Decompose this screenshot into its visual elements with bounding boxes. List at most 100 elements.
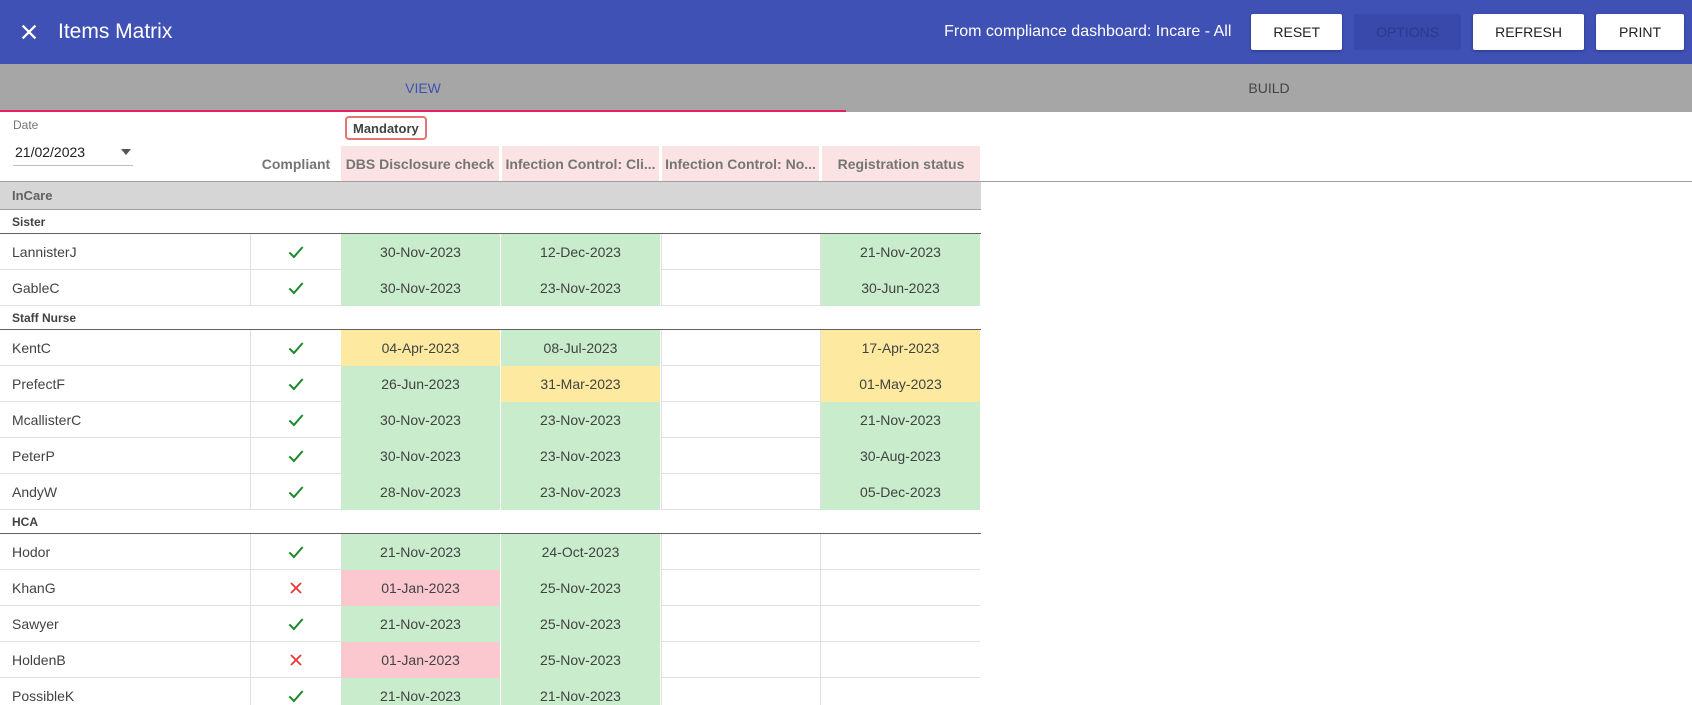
compliant-header: Compliant [261, 156, 331, 172]
item-date-cell[interactable]: 21-Nov-2023 [821, 234, 981, 270]
item-date-cell[interactable]: 25-Nov-2023 [501, 642, 661, 678]
item-date-cell[interactable] [661, 678, 821, 705]
options-button[interactable]: OPTIONS [1354, 14, 1462, 50]
tab-view[interactable]: VIEW [0, 64, 846, 112]
item-date-cell[interactable]: 30-Jun-2023 [821, 270, 981, 306]
item-date-cell[interactable] [661, 330, 821, 366]
staff-name[interactable]: PeterP [0, 438, 251, 474]
item-date-cell[interactable] [821, 606, 981, 642]
toolbar: From compliance dashboard: Incare - All … [944, 0, 1684, 64]
item-date-cell[interactable]: 30-Nov-2023 [341, 438, 501, 474]
item-date-cell[interactable]: 04-Apr-2023 [341, 330, 501, 366]
mandatory-group-label[interactable]: Mandatory [345, 116, 427, 140]
item-date-cell[interactable] [661, 642, 821, 678]
table-row[interactable]: PrefectF 26-Jun-2023 31-Mar-2023 01-May-202… [0, 366, 981, 402]
check-icon [288, 342, 304, 355]
item-date-cell[interactable]: 01-Jan-2023 [341, 570, 501, 606]
item-date-cell[interactable] [661, 474, 821, 510]
item-date-cell[interactable] [821, 570, 981, 606]
staff-name[interactable]: KentC [0, 330, 251, 366]
staff-name[interactable]: KhanG [0, 570, 251, 606]
staff-name[interactable]: GableC [0, 270, 251, 306]
table-row[interactable]: GableC 30-Nov-2023 23-Nov-2023 30-Jun-2023 [0, 270, 981, 306]
matrix-rows: InCare Sister LannisterJ 30-Nov-2023 12-Dec… [0, 182, 981, 705]
item-date-cell[interactable]: 25-Nov-2023 [501, 606, 661, 642]
table-row[interactable]: PossibleK 21-Nov-2023 21-Nov-2023 [0, 678, 981, 705]
item-date-cell[interactable] [661, 534, 821, 570]
item-date-cell[interactable]: 17-Apr-2023 [821, 330, 981, 366]
staff-name[interactable]: HoldenB [0, 642, 251, 678]
table-row[interactable]: McallisterC 30-Nov-2023 23-Nov-2023 21-Nov-… [0, 402, 981, 438]
item-date-cell[interactable] [661, 234, 821, 270]
column-header[interactable]: Infection Control: Cli... [502, 146, 659, 182]
item-date-cell[interactable] [821, 642, 981, 678]
column-header[interactable]: DBS Disclosure check [341, 146, 499, 182]
check-icon [288, 690, 304, 703]
staff-name[interactable]: Sawyer [0, 606, 251, 642]
item-date-cell[interactable]: 08-Jul-2023 [501, 330, 661, 366]
item-date-cell[interactable]: 30-Nov-2023 [341, 402, 501, 438]
table-row[interactable]: LannisterJ 30-Nov-2023 12-Dec-2023 21-Nov-2… [0, 234, 981, 270]
date-picker: Date 21/02/2023 [13, 118, 133, 166]
table-row[interactable]: KhanG 01-Jan-2023 25-Nov-2023 [0, 570, 981, 606]
staff-name[interactable]: AndyW [0, 474, 251, 510]
tab-build[interactable]: BUILD [846, 64, 1692, 112]
item-date-cell[interactable] [661, 438, 821, 474]
item-date-cell[interactable]: 21-Nov-2023 [341, 606, 501, 642]
column-header[interactable]: Registration status [822, 146, 980, 182]
table-row[interactable]: KentC 04-Apr-2023 08-Jul-2023 17-Apr-2023 [0, 330, 981, 366]
tab-bar: VIEW BUILD [0, 64, 1692, 112]
item-date-cell[interactable]: 12-Dec-2023 [501, 234, 661, 270]
item-date-cell[interactable] [661, 570, 821, 606]
item-date-cell[interactable]: 30-Aug-2023 [821, 438, 981, 474]
item-date-cell[interactable]: 30-Nov-2023 [341, 270, 501, 306]
compliant-status [251, 570, 341, 606]
table-row[interactable]: PeterP 30-Nov-2023 23-Nov-2023 30-Aug-2023 [0, 438, 981, 474]
check-icon [288, 246, 304, 259]
context-label: From compliance dashboard: Incare - All [944, 23, 1232, 40]
reset-button[interactable]: RESET [1251, 14, 1343, 50]
item-date-cell[interactable] [821, 678, 981, 705]
item-date-cell[interactable]: 25-Nov-2023 [501, 570, 661, 606]
date-select[interactable]: 21/02/2023 [13, 138, 133, 166]
item-date-cell[interactable] [661, 606, 821, 642]
close-button[interactable] [0, 0, 58, 64]
item-date-cell[interactable]: 23-Nov-2023 [501, 438, 661, 474]
staff-name[interactable]: PrefectF [0, 366, 251, 402]
table-row[interactable]: HoldenB 01-Jan-2023 25-Nov-2023 [0, 642, 981, 678]
table-row[interactable]: Sawyer 21-Nov-2023 25-Nov-2023 [0, 606, 981, 642]
compliant-status [251, 606, 341, 642]
compliant-status [251, 330, 341, 366]
item-date-cell[interactable] [661, 366, 821, 402]
staff-name[interactable]: PossibleK [0, 678, 251, 705]
refresh-button[interactable]: REFRESH [1473, 14, 1584, 50]
table-row[interactable]: Hodor 21-Nov-2023 24-Oct-2023 [0, 534, 981, 570]
item-date-cell[interactable]: 05-Dec-2023 [821, 474, 981, 510]
item-date-cell[interactable]: 23-Nov-2023 [501, 402, 661, 438]
item-date-cell[interactable] [661, 402, 821, 438]
compliant-status [251, 402, 341, 438]
item-date-cell[interactable]: 21-Nov-2023 [501, 678, 661, 705]
item-date-cell[interactable] [661, 270, 821, 306]
table-row[interactable]: AndyW 28-Nov-2023 23-Nov-2023 05-Dec-2023 [0, 474, 981, 510]
item-date-cell[interactable]: 30-Nov-2023 [341, 234, 501, 270]
item-date-cell[interactable]: 23-Nov-2023 [501, 270, 661, 306]
staff-name[interactable]: Hodor [0, 534, 251, 570]
item-date-cell[interactable]: 26-Jun-2023 [341, 366, 501, 402]
item-date-cell[interactable]: 28-Nov-2023 [341, 474, 501, 510]
check-icon [288, 414, 304, 427]
item-date-cell[interactable]: 23-Nov-2023 [501, 474, 661, 510]
column-header[interactable]: Infection Control: No... [662, 146, 819, 182]
item-date-cell[interactable] [821, 534, 981, 570]
item-date-cell[interactable]: 21-Nov-2023 [341, 678, 501, 705]
item-date-cell[interactable]: 21-Nov-2023 [821, 402, 981, 438]
staff-name[interactable]: McallisterC [0, 402, 251, 438]
staff-name[interactable]: LannisterJ [0, 234, 251, 270]
item-date-cell[interactable]: 31-Mar-2023 [501, 366, 661, 402]
item-date-cell[interactable]: 21-Nov-2023 [341, 534, 501, 570]
item-date-cell[interactable]: 24-Oct-2023 [501, 534, 661, 570]
item-date-cell[interactable]: 01-May-2023 [821, 366, 981, 402]
print-button[interactable]: PRINT [1596, 14, 1684, 50]
compliant-status [251, 438, 341, 474]
item-date-cell[interactable]: 01-Jan-2023 [341, 642, 501, 678]
